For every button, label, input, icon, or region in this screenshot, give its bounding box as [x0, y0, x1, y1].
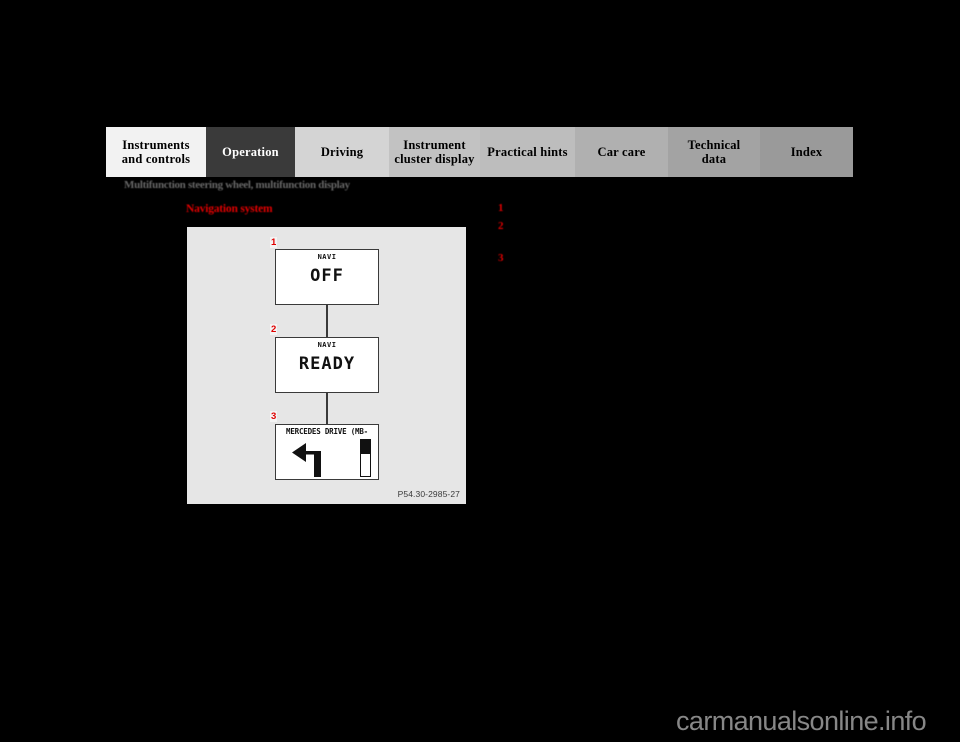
- list-item-number: 2: [498, 220, 504, 232]
- route-progress-fill: [361, 440, 370, 455]
- tab-operation[interactable]: Operation: [206, 127, 295, 177]
- list-item: 2: [498, 220, 838, 232]
- figure-callout-3: 3: [270, 411, 278, 422]
- tab-instruments[interactable]: Instruments and controls: [106, 127, 206, 177]
- tab-label: Instruments and controls: [121, 138, 191, 166]
- tab-label: Driving: [320, 145, 364, 159]
- tab-index[interactable]: Index: [760, 127, 853, 177]
- list-item: 3: [498, 252, 838, 264]
- lcd-panel-navi-off: NAVI OFF: [275, 249, 379, 305]
- site-watermark: carmanualsonline.info: [676, 706, 927, 736]
- lcd-title-navi: NAVI: [317, 341, 337, 349]
- tab-car-care[interactable]: Car care: [575, 127, 668, 177]
- section-header: Multifunction steering wheel, multifunct…: [124, 179, 350, 191]
- tab-label: Operation: [222, 145, 279, 159]
- turn-left-arrow-icon: [292, 443, 321, 477]
- section-tab-bar: Instruments and controls Operation Driving I…: [106, 127, 853, 177]
- lcd-panel-route-guidance: MERCEDES DRIVE (MB-: [275, 424, 379, 480]
- tab-instrument[interactable]: Instrument cluster display: [389, 127, 480, 177]
- figure-caption: P54.30-2985-27: [397, 489, 460, 499]
- list-item-number: 1: [498, 202, 504, 214]
- lcd-title-mercedes-drive: MERCEDES DRIVE (MB-: [286, 427, 368, 436]
- list-item: 1: [498, 202, 838, 214]
- tab-technical[interactable]: Technical data: [668, 127, 760, 177]
- lcd-value-ready: READY: [298, 354, 356, 374]
- figure-callout-2: 2: [270, 324, 278, 335]
- tab-driving[interactable]: Driving: [295, 127, 389, 177]
- figure-navigation-system-states: 1 NAVI OFF 2 NAVI READY 3 MERCEDES DRIVE…: [186, 226, 467, 505]
- lcd-title-navi: NAVI: [317, 253, 337, 261]
- connector-line-2-3: [326, 392, 328, 425]
- tab-label: Technical data: [687, 138, 741, 166]
- connector-line-1-2: [326, 305, 328, 338]
- lcd-value-off: OFF: [310, 266, 344, 286]
- page-title: Navigation system: [186, 203, 273, 215]
- lcd-panel-navi-ready: NAVI READY: [275, 337, 379, 393]
- tab-label: Practical hints: [487, 145, 568, 159]
- tab-label: Car care: [597, 145, 646, 159]
- tab-label: Index: [790, 145, 823, 159]
- tab-practical-hints[interactable]: Practical hints: [480, 127, 575, 177]
- tab-label: Instrument cluster display: [394, 138, 475, 166]
- figure-callout-1: 1: [270, 237, 278, 248]
- route-progress-bar: [360, 439, 371, 477]
- list-item-number: 3: [498, 252, 504, 264]
